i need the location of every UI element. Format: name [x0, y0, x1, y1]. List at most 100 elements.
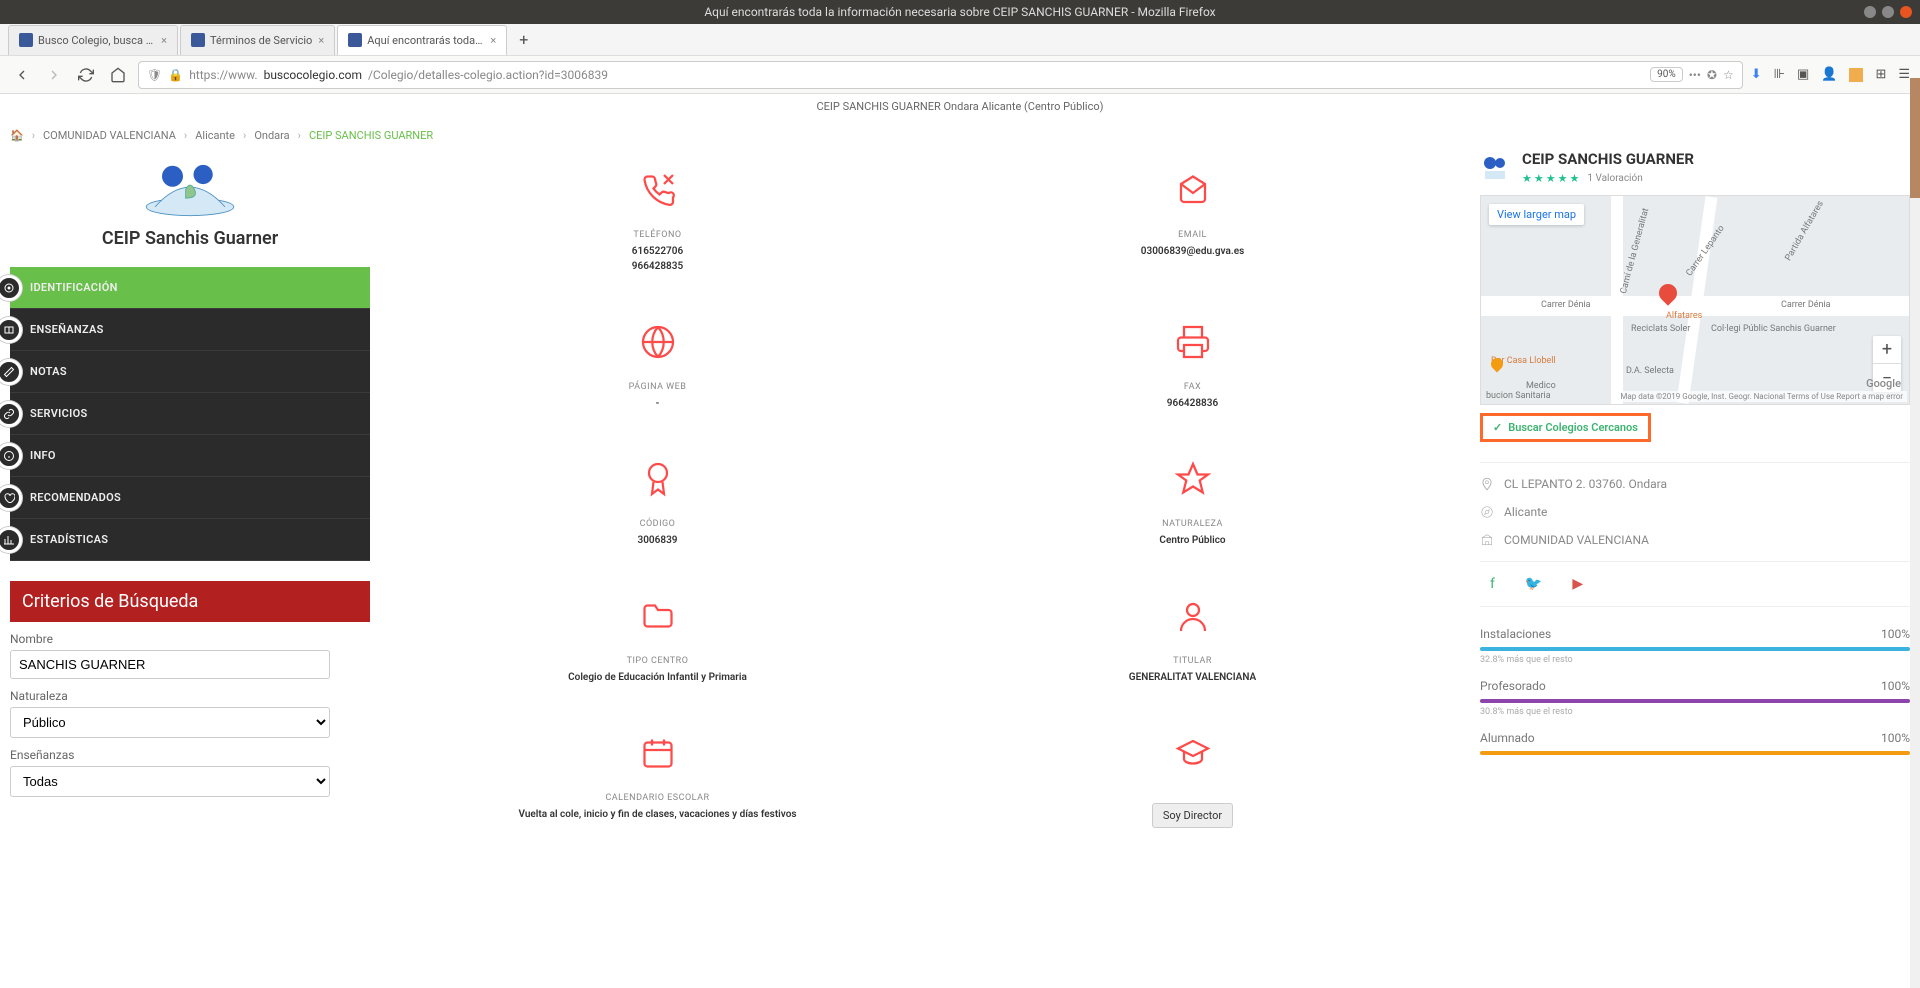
new-tab-button[interactable]: + — [515, 26, 532, 53]
close-tab-icon[interactable]: × — [318, 34, 324, 47]
progress-pct: 100% — [1881, 679, 1910, 693]
url-host: buscocolegio.com — [264, 68, 362, 82]
location-icon — [1480, 477, 1494, 491]
progress-sub: 32.8% más que el resto — [1480, 655, 1910, 665]
url-input[interactable]: 🛡 🔒 https://www.buscocolegio.com/Colegio… — [138, 61, 1743, 89]
bookmark-icon[interactable]: ☆ — [1723, 68, 1734, 82]
card-label: FAX — [935, 382, 1450, 392]
printer-icon — [935, 324, 1450, 364]
school-title: CEIP Sanchis Guarner — [10, 228, 370, 249]
card-calendar: CALENDARIO ESCOLAR Vuelta al cole, inici… — [390, 725, 925, 838]
favicon-icon — [19, 33, 33, 47]
close-tab-icon[interactable]: × — [161, 34, 167, 47]
sidenav-servicios[interactable]: SERVICIOS — [10, 393, 370, 435]
back-button[interactable] — [10, 63, 34, 87]
ext-icon[interactable] — [1849, 68, 1863, 82]
card-value: Colegio de Educación Infantil y Primaria — [400, 670, 915, 685]
scrollbar-track[interactable] — [1910, 78, 1920, 988]
progress-sub: 30.8% más que el resto — [1480, 707, 1910, 717]
more-icon[interactable]: ••• — [1689, 68, 1701, 82]
reader-icon[interactable]: ✪ — [1707, 68, 1717, 82]
progress-fill — [1480, 751, 1910, 755]
home-icon[interactable]: 🏠 — [10, 129, 24, 142]
aside-header: CEIP SANCHIS GUARNER ★ ★ ★ ★ ★ 1 Valorac… — [1480, 150, 1910, 185]
breadcrumb-region[interactable]: COMUNIDAD VALENCIANA — [43, 129, 176, 142]
browser-tab[interactable]: Busco Colegio, busca y c × — [8, 25, 178, 55]
youtube-icon[interactable]: ▶ — [1572, 576, 1583, 592]
browser-tab-active[interactable]: Aquí encontrarás toda la × — [337, 25, 507, 55]
zoom-in-button[interactable]: + — [1873, 336, 1901, 364]
nature-select[interactable]: Público — [10, 707, 330, 738]
progress-pct: 100% — [1881, 731, 1910, 745]
twitter-icon[interactable]: 🐦 — [1525, 576, 1542, 592]
name-input[interactable] — [10, 650, 330, 679]
card-label: EMAIL — [935, 230, 1450, 240]
facebook-icon[interactable]: f — [1490, 576, 1495, 592]
sidebar-icon[interactable]: ▣ — [1797, 67, 1809, 82]
sidenav-info[interactable]: INFO — [10, 435, 370, 477]
zoom-indicator[interactable]: 90% — [1650, 67, 1683, 82]
province-row: Alicante — [1480, 505, 1910, 519]
sidenav-label: INFO — [30, 449, 56, 462]
map[interactable]: View larger map Carrer Dénia Carrer Déni… — [1480, 195, 1910, 405]
sidenav-label: ESTADÍSTICAS — [30, 533, 108, 546]
account-icon[interactable]: 👤 — [1821, 67, 1837, 82]
library-icon[interactable]: ⊪ — [1774, 67, 1785, 82]
card-nature: NATURALEZA Centro Público — [925, 451, 1460, 558]
browser-tab[interactable]: Términos de Servicio × — [180, 25, 335, 55]
map-street-label: Carrer Dénia — [1541, 300, 1591, 310]
close-tab-icon[interactable]: × — [490, 34, 496, 47]
shield-icon: 🛡 — [147, 68, 162, 82]
address-bar: 🛡 🔒 https://www.buscocolegio.com/Colegio… — [0, 56, 1920, 94]
nearby-schools-button[interactable]: ✓ Buscar Colegios Cercanos — [1480, 413, 1651, 442]
pin-icon — [935, 461, 1450, 501]
card-email: EMAIL 03006839@edu.gva.es — [925, 162, 1460, 284]
card-value: 03006839@edu.gva.es — [935, 244, 1450, 259]
scrollbar-thumb[interactable] — [1910, 78, 1920, 198]
minimize-icon[interactable] — [1864, 6, 1876, 18]
view-larger-map-button[interactable]: View larger map — [1489, 204, 1584, 225]
reload-button[interactable] — [74, 63, 98, 87]
menu-icon[interactable]: ☰ — [1898, 67, 1910, 82]
progress-label: Profesorado — [1480, 679, 1546, 693]
sidenav-notas[interactable]: NOTAS — [10, 351, 370, 393]
phone-icon — [400, 172, 915, 212]
card-label: CALENDARIO ESCOLAR — [400, 793, 915, 803]
nature-label: Naturaleza — [10, 689, 370, 703]
close-window-icon[interactable] — [1900, 6, 1912, 18]
breadcrumb-city[interactable]: Ondara — [254, 129, 289, 142]
card-label: PÁGINA WEB — [400, 382, 915, 392]
teaching-select[interactable]: Todas — [10, 766, 330, 797]
card-phone: TELÉFONO 616522706 966428835 — [390, 162, 925, 284]
address-text: CL LEPANTO 2. 03760. Ondara — [1504, 477, 1667, 491]
folder-icon — [400, 598, 915, 638]
card-type: TIPO CENTRO Colegio de Educación Infanti… — [390, 588, 925, 695]
progress-fill — [1480, 647, 1910, 651]
card-value: GENERALITAT VALENCIANA — [935, 670, 1450, 685]
chart-icon — [0, 527, 22, 553]
forward-button[interactable] — [42, 63, 66, 87]
sidenav-identificacion[interactable]: IDENTIFICACIÓN — [10, 267, 370, 309]
breadcrumb-sep: › — [298, 129, 301, 142]
card-value: Centro Público — [935, 533, 1450, 548]
link-icon — [0, 401, 22, 427]
school-thumb-icon — [1480, 153, 1510, 183]
sidenav-estadisticas[interactable]: ESTADÍSTICAS — [10, 519, 370, 561]
download-icon[interactable]: ⬇ — [1751, 67, 1762, 82]
progress-fill — [1480, 699, 1910, 703]
ext-icon[interactable]: ⊞ — [1875, 67, 1886, 82]
breadcrumb-province[interactable]: Alicante — [195, 129, 235, 142]
teaching-label: Enseñanzas — [10, 748, 370, 762]
director-button[interactable]: Soy Director — [1152, 803, 1233, 828]
google-logo: Google — [1866, 377, 1901, 390]
maximize-icon[interactable] — [1882, 6, 1894, 18]
address-row: CL LEPANTO 2. 03760. Ondara — [1480, 477, 1910, 491]
card-code: CÓDIGO 3006839 — [390, 451, 925, 558]
graduation-icon — [935, 735, 1450, 775]
home-button[interactable] — [106, 63, 130, 87]
favicon-icon — [191, 33, 205, 47]
target-icon — [0, 275, 22, 301]
window-titlebar: Aquí encontrarás toda la información nec… — [0, 0, 1920, 24]
sidenav-recomendados[interactable]: RECOMENDADOS — [10, 477, 370, 519]
sidenav-ensenanzas[interactable]: ENSEÑANZAS — [10, 309, 370, 351]
